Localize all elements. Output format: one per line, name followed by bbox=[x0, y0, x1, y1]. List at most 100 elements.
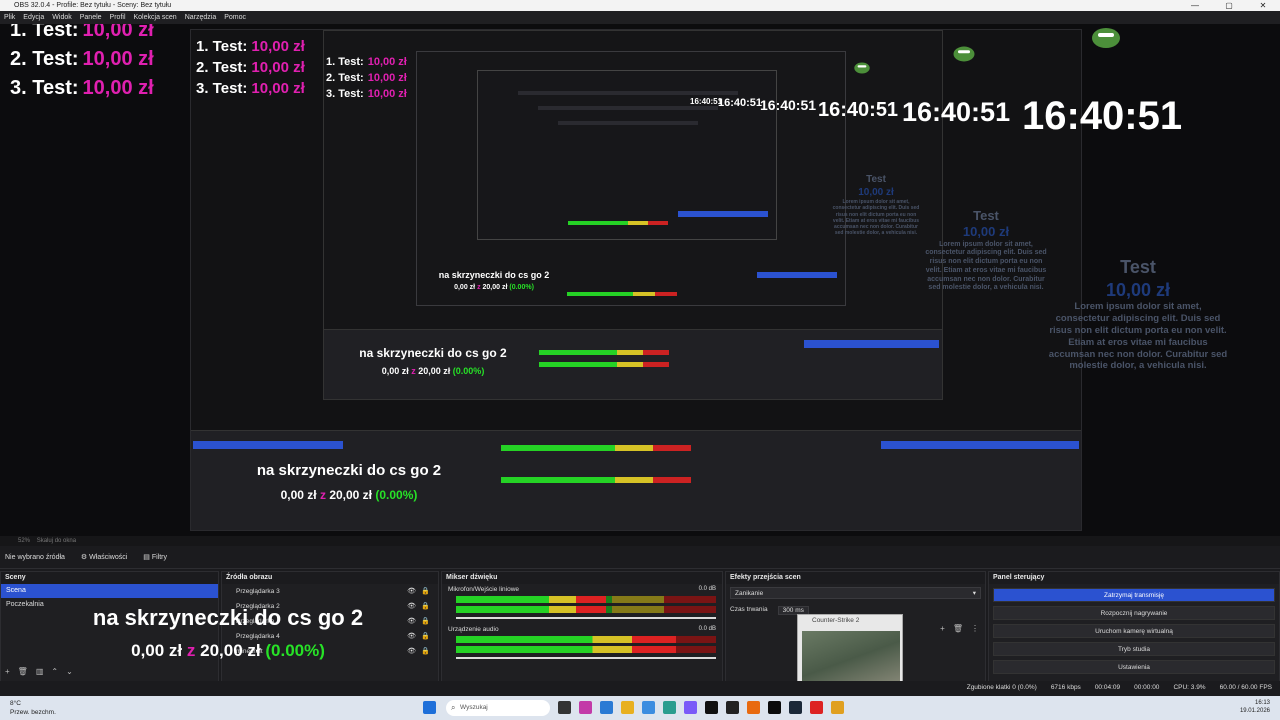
chrome-icon[interactable] bbox=[810, 701, 823, 714]
lock-icon[interactable]: 🔒 bbox=[421, 614, 430, 629]
menu-view[interactable]: Widok bbox=[52, 11, 71, 24]
counter-strike-icon[interactable] bbox=[831, 701, 844, 714]
remove-scene-button[interactable]: 🗑 bbox=[18, 667, 28, 676]
gear-icon: ⚙ bbox=[80, 554, 90, 561]
leaderboard-row: 2. Test: 10,00 zł bbox=[326, 70, 407, 86]
start-icon[interactable] bbox=[423, 701, 436, 714]
no-source-selected: Nie wybrano źródła bbox=[5, 554, 65, 561]
vlc-icon[interactable] bbox=[747, 701, 760, 714]
volume-slider[interactable] bbox=[456, 617, 716, 619]
weather-widget[interactable]: 8°C Przew. bezchm. bbox=[10, 699, 56, 717]
donation-goal: 20,00 zł bbox=[418, 366, 451, 376]
windows-taskbar: 8°C Przew. bezchm. Wyszukaj 16:13 19.01.… bbox=[0, 696, 1280, 720]
start-recording-button[interactable]: Rozpocznij nagrywanie bbox=[993, 606, 1275, 620]
settings-button[interactable]: Ustawienia bbox=[993, 660, 1275, 674]
volume-meter-level bbox=[456, 606, 606, 613]
eye-icon[interactable]: 👁 bbox=[407, 614, 416, 629]
edge-icon[interactable] bbox=[663, 701, 676, 714]
leaderboard-label: 3. Test: bbox=[326, 88, 364, 100]
scene-filters-button[interactable]: ▥ bbox=[36, 667, 44, 676]
source-toolbar: Nie wybrano źródła ⚙ Właściwości ▤ Filtr… bbox=[0, 547, 1280, 569]
menu-file[interactable]: Plik bbox=[4, 11, 15, 24]
studio-mode-button[interactable]: Tryb studia bbox=[993, 642, 1275, 656]
eye-icon[interactable]: 👁 bbox=[407, 629, 416, 644]
thumbnail-image bbox=[802, 631, 900, 687]
taskbar-thumbnail[interactable]: Counter-Strike 2 bbox=[797, 614, 903, 690]
leaderboard-row: 3. Test: 10,00 zł bbox=[196, 78, 305, 99]
move-down-button[interactable]: ⌄ bbox=[66, 667, 73, 676]
leaderboard-amount: 10,00 zł bbox=[82, 77, 154, 99]
leaderboard-label: 3. Test: bbox=[10, 77, 79, 99]
copilot-icon[interactable] bbox=[579, 701, 592, 714]
leaderboard-label: 1. Test: bbox=[10, 24, 79, 41]
eye-icon[interactable]: 👁 bbox=[407, 644, 416, 659]
menu-tools[interactable]: Narzędzia bbox=[185, 11, 217, 24]
more-options-icon[interactable]: ⋮ bbox=[971, 624, 979, 633]
eye-icon[interactable]: 👁 bbox=[407, 584, 416, 599]
stream-time: 00:04:09 bbox=[1094, 684, 1121, 691]
controls-header: Panel sterujący bbox=[989, 572, 1279, 584]
maximize-button[interactable]: ▢ bbox=[1212, 0, 1246, 11]
window-controls: — ▢ ✕ bbox=[1178, 0, 1280, 11]
filters-button[interactable]: ▤ Filtry bbox=[143, 547, 167, 568]
properties-label: Właściwości bbox=[89, 554, 128, 561]
channel-name: Urządzenie audio bbox=[448, 626, 499, 633]
donation-current: 0,00 zł bbox=[131, 641, 183, 660]
leaderboard-amount: 10,00 zł bbox=[82, 24, 154, 41]
status-bar: Zgubione klatki 0 (0.0%) 6716 kbps 00:04… bbox=[0, 681, 1280, 695]
move-up-button[interactable]: ⌃ bbox=[51, 667, 58, 676]
pinned-apps bbox=[558, 701, 844, 714]
leaderboard-overlay: 1. Test: 10,00 zł 2. Test: 10,00 zł 3. Tes… bbox=[10, 24, 154, 103]
menu-edit[interactable]: Edycja bbox=[23, 11, 44, 24]
media-player-icon[interactable] bbox=[726, 701, 739, 714]
leaderboard-label: 1. Test: bbox=[326, 56, 364, 68]
virtual-camera-button[interactable]: Uruchom kamerę wirtualną bbox=[993, 624, 1275, 638]
discord-icon[interactable] bbox=[684, 701, 697, 714]
lock-icon[interactable]: 🔒 bbox=[421, 629, 430, 644]
task-view-icon[interactable] bbox=[558, 701, 571, 714]
window-titlebar: OBS 32.0.4 - Profile: Bez tytułu - Sceny… bbox=[0, 0, 1280, 11]
menu-docks[interactable]: Panele bbox=[80, 11, 102, 24]
stop-streaming-button[interactable]: Zatrzymaj transmisję bbox=[993, 588, 1275, 602]
donation-progress: 0,00 zł z 20,00 zł (0.00%) bbox=[436, 282, 552, 294]
system-tray[interactable]: 16:13 19.01.2026 bbox=[1240, 699, 1270, 715]
scene-item[interactable]: Scena bbox=[1, 584, 218, 598]
close-button[interactable]: ✕ bbox=[1246, 0, 1280, 11]
transition-select[interactable]: Zanikanie bbox=[730, 587, 981, 600]
menu-profile[interactable]: Profil bbox=[110, 11, 126, 24]
leaderboard-label: 2. Test: bbox=[196, 59, 248, 76]
source-item[interactable]: Przeglądarka 3 👁 🔒 bbox=[222, 584, 438, 599]
alert-message: Lorem ipsum dolor sit amet, consectetur … bbox=[1048, 301, 1228, 372]
leaderboard-amount: 10,00 zł bbox=[251, 80, 305, 97]
file-explorer-icon[interactable] bbox=[621, 701, 634, 714]
add-transition-button[interactable]: + bbox=[940, 624, 945, 633]
add-scene-button[interactable]: + bbox=[5, 667, 10, 676]
store-icon[interactable] bbox=[642, 701, 655, 714]
lock-icon[interactable]: 🔒 bbox=[421, 599, 430, 614]
menu-help[interactable]: Pomoc bbox=[224, 11, 246, 24]
properties-button[interactable]: ⚙ Właściwości bbox=[81, 547, 127, 568]
obs-icon[interactable] bbox=[705, 701, 718, 714]
taskbar-search[interactable]: Wyszukaj bbox=[446, 700, 550, 716]
alert-text-widget-nested: Test 10,00 zł Lorem ipsum dolor sit amet… bbox=[832, 174, 920, 237]
menu-scene-collection[interactable]: Kolekcja scen bbox=[134, 11, 177, 24]
steam-icon[interactable] bbox=[789, 701, 802, 714]
widgets-icon[interactable] bbox=[600, 701, 613, 714]
epic-games-icon[interactable] bbox=[768, 701, 781, 714]
scale-mode[interactable]: Skaluj do okna bbox=[37, 538, 76, 544]
eye-icon[interactable]: 👁 bbox=[407, 599, 416, 614]
channel-name: Mikrofon/Wejście liniowe bbox=[448, 586, 520, 593]
lock-icon[interactable]: 🔒 bbox=[421, 584, 430, 599]
cpu-usage: CPU: 3.9% bbox=[1173, 684, 1206, 691]
controls-dock: Panel sterujący Zatrzymaj transmisję Roz… bbox=[988, 571, 1280, 691]
alert-message: Lorem ipsum dolor sit amet, consectetur … bbox=[832, 199, 920, 237]
preview-canvas[interactable]: 1. Test: 10,00 zł 2. Test: 10,00 zł 3. Tes… bbox=[0, 24, 1280, 536]
lock-icon[interactable]: 🔒 bbox=[421, 644, 430, 659]
volume-slider[interactable] bbox=[456, 657, 716, 659]
zoom-level[interactable]: 52% bbox=[18, 538, 30, 544]
minimize-button[interactable]: — bbox=[1178, 0, 1212, 11]
clock-time: 16:13 bbox=[1254, 700, 1270, 706]
remove-transition-button[interactable]: 🗑 bbox=[953, 624, 963, 633]
donation-goal-nested: na skrzyneczki do cs go 2 0,00 zł z 20,0… bbox=[436, 268, 552, 294]
nested-meter bbox=[567, 292, 677, 296]
